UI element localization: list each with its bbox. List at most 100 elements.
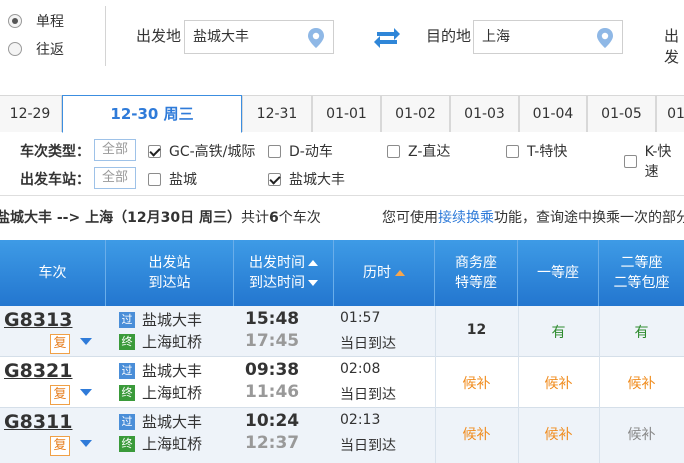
to-station: 上海虹桥 [142,333,203,351]
train-number-link[interactable]: G8313 [4,309,72,331]
location-pin-icon[interactable] [595,27,615,49]
filter-z[interactable]: Z-直达 [387,141,450,161]
checkbox[interactable] [268,172,281,186]
to-station: 上海虹桥 [142,435,203,453]
duration: 01:57 [340,310,381,326]
transfer-hint: 您可使用接续换乘功能，查询途中换乘一次的部分列车余票情况。 [382,207,684,227]
station-all-button[interactable]: 全部 [94,167,136,189]
to-station-input[interactable]: 上海 [473,20,623,54]
header-first: 一等座 [518,240,599,306]
pass-badge-icon: 过 [119,363,135,379]
date-tab[interactable]: 01-05 [587,95,656,132]
seat-second[interactable]: 有 [599,322,684,342]
filter-gc[interactable]: GC-高铁/城际 [148,141,255,161]
date-tab[interactable]: 01-04 [519,95,587,132]
pass-badge-icon: 过 [119,312,135,328]
header-train-label: 车次 [38,265,67,281]
train-count: 6 [268,210,279,226]
header-times[interactable]: 出发时间 到达时间 [234,240,334,306]
from-station-input[interactable]: 盐城大丰 [184,20,334,54]
hint-suffix: 功能，查询途中换乘一次的部分列车余票情况。 [494,210,684,226]
checkbox[interactable] [148,172,161,186]
depart-date-label: 出发 [664,27,680,66]
date-tab[interactable]: 12-31 [242,95,312,132]
trip-roundtrip-option[interactable]: 往返 [8,36,98,62]
header-arr-label: 到达时间 [249,275,305,291]
header-second-label: 二等座 [620,255,663,271]
sort-up-icon[interactable] [308,260,318,266]
header-duration[interactable]: 历时 [334,240,435,306]
swap-stations-icon[interactable] [374,28,400,48]
arrive-day: 当日到达 [340,438,396,454]
date-tab[interactable]: 01-01 [312,95,381,132]
arrival-time: 17:45 [245,331,300,351]
checkbox[interactable] [387,144,400,158]
header-second: 二等座 二等包座 [599,240,684,306]
result-summary: 盐城大丰 --> 上海（12月30日 周三）共计6个车次 您可使用接续换乘功能，… [0,205,684,227]
from-station-value: 盐城大丰 [193,29,249,45]
trip-oneway-option[interactable]: 单程 [8,8,98,34]
from-station: 盐城大丰 [142,311,203,329]
seat-second[interactable]: 候补 [599,424,684,444]
header-duration-label: 历时 [363,265,391,281]
seat-first[interactable]: 候补 [518,373,599,393]
ticket-search-page: 单程 往返 出发地 盐城大丰 目的地 上海 出发 12-29 12-30 周三 … [0,0,684,463]
departure-time: 10:24 [245,411,300,431]
sort-up-icon[interactable] [395,270,405,276]
filter-t[interactable]: T-特快 [506,141,567,161]
date-tab[interactable]: 01-02 [381,95,450,132]
header-to-label: 到达站 [148,275,191,291]
checkbox[interactable] [148,144,161,158]
filter-z-label: Z-直达 [408,144,451,160]
table-header: 车次 出发站 到达站 出发时间 到达时间 历时 商务座 特等座 一等座 二等座 … [0,240,684,306]
from-station: 盐城大丰 [142,413,203,431]
filter-d[interactable]: D-动车 [268,141,333,161]
transfer-link[interactable]: 接续换乘 [438,210,494,226]
train-number-link[interactable]: G8321 [4,360,72,382]
roundtrip-label: 往返 [36,42,64,58]
filter-t-label: T-特快 [527,144,568,160]
terminal-badge-icon: 终 [119,334,135,350]
date-tab[interactable]: 01 [656,95,684,132]
date-tab[interactable]: 12-29 [0,95,62,132]
header-dep-label: 出发时间 [249,255,305,271]
seat-first[interactable]: 有 [518,322,599,342]
seat-business[interactable]: 候补 [435,373,518,393]
checkbox[interactable] [506,144,519,158]
oneway-radio[interactable] [8,14,22,28]
header-from-label: 出发站 [148,255,191,271]
checkbox[interactable] [268,144,281,158]
departure-time: 09:38 [245,360,300,380]
duration: 02:08 [340,361,381,377]
to-label: 目的地 [426,27,472,45]
header-first-label: 一等座 [537,265,579,281]
seat-business[interactable]: 12 [435,322,518,338]
table-row: G8321 复 过 终 盐城大丰 上海虹桥 09:38 11:46 02:08 … [0,357,684,408]
expand-stops-icon[interactable] [80,338,92,345]
station-label: 出发车站： [20,172,90,188]
arrive-day: 当日到达 [340,336,396,352]
seat-second[interactable]: 候补 [599,373,684,393]
expand-stops-icon[interactable] [80,440,92,447]
arrive-day: 当日到达 [340,387,396,403]
station-filter: 出发车站： 全部 盐城 盐城大丰 [0,166,684,192]
train-number-link[interactable]: G8311 [4,411,72,433]
sort-down-icon[interactable] [308,280,318,286]
oneway-label: 单程 [36,14,64,30]
date-tab-active[interactable]: 12-30 周三 [62,95,242,133]
filter-station-dafeng[interactable]: 盐城大丰 [268,169,345,189]
seat-first[interactable]: 候补 [518,424,599,444]
from-station: 盐城大丰 [142,362,203,380]
filter-station-yancheng[interactable]: 盐城 [148,169,197,189]
roundtrip-radio[interactable] [8,42,22,56]
header-business-label: 商务座 [455,255,497,271]
fuxing-badge: 复 [50,385,70,405]
date-tab[interactable]: 01-03 [450,95,519,132]
location-pin-icon[interactable] [306,27,326,49]
train-type-label: 车次类型： [20,144,90,160]
terminal-badge-icon: 终 [119,385,135,401]
expand-stops-icon[interactable] [80,389,92,396]
seat-business[interactable]: 候补 [435,424,518,444]
header-special-label: 特等座 [455,275,497,291]
train-type-all-button[interactable]: 全部 [94,139,136,161]
